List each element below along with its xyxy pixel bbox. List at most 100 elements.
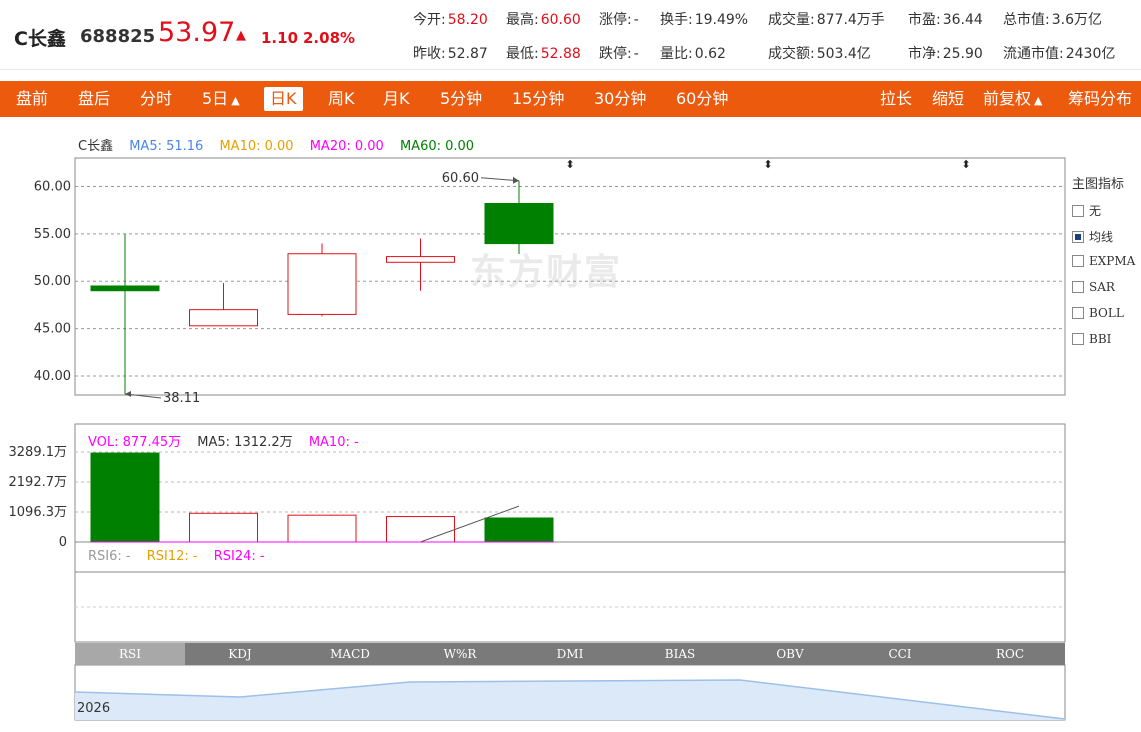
volume-tick-label: 3289.1万 [9, 445, 68, 460]
main-indicator-option[interactable]: SAR [1072, 280, 1115, 294]
tab-period[interactable]: 月K [383, 81, 410, 117]
indicator-tab[interactable]: KDJ [185, 643, 295, 665]
chart-tool-button[interactable]: 缩短 [932, 81, 964, 117]
quote-field-value: 58.20 [447, 12, 488, 28]
tab-period[interactable]: 15分钟 [512, 81, 564, 117]
main-indicator-option[interactable]: EXPMA [1072, 254, 1135, 268]
main-indicator-option[interactable]: 无 [1072, 202, 1101, 219]
main-indicator-title: 主图指标 [1072, 177, 1125, 192]
caret-up-icon: ▲ [231, 94, 240, 107]
checkbox[interactable] [1072, 255, 1084, 267]
tab-period[interactable]: 周K [328, 81, 355, 117]
indicator-tab[interactable]: MACD [295, 643, 405, 665]
stock-name: C长鑫 [14, 28, 66, 50]
option-label: EXPMA [1089, 254, 1136, 268]
price-tick-label: 60.00 [34, 179, 71, 194]
tab-period[interactable]: 盘后 [78, 81, 110, 117]
checkbox[interactable] [1072, 307, 1084, 319]
checkbox[interactable] [1072, 333, 1084, 345]
quote-field: 流通市值: 2430亿 [1003, 43, 1115, 63]
quote-field-value: 877.4万手 [816, 12, 885, 28]
candle-body [287, 253, 357, 315]
tab-period[interactable]: 盘前 [16, 81, 48, 117]
price-change: 1.10 [261, 29, 299, 47]
indicator-tab[interactable]: DMI [515, 643, 625, 665]
checkbox[interactable] [1072, 231, 1084, 243]
quote-field: 成交额: 503.4亿 [768, 43, 871, 63]
indicator-tab[interactable]: BIAS [625, 643, 735, 665]
volume-bar [386, 516, 455, 543]
split-marker-icon: ⬍ [763, 158, 772, 171]
main-indicator-option[interactable]: BOLL [1072, 306, 1124, 320]
quote-field-label: 成交量: [768, 12, 815, 28]
option-label: 均线 [1089, 230, 1114, 244]
volume-tick-label: 0 [59, 535, 67, 550]
candle-body [386, 256, 455, 263]
split-marker-icon: ⬍ [961, 158, 970, 171]
quote-field-label: 流通市值: [1003, 46, 1064, 62]
quote-field-value: 36.44 [942, 12, 983, 28]
tab-period[interactable]: 分时 [140, 81, 172, 117]
main-indicator-option[interactable]: BBI [1072, 332, 1111, 346]
indicator-tab[interactable]: W%R [405, 643, 515, 665]
quote-field: 涨停: - [599, 9, 639, 29]
indicator-tab[interactable]: RSI [75, 643, 185, 665]
price-tick-label: 40.00 [34, 369, 71, 384]
quote-field-label: 市盈: [908, 12, 941, 28]
quote-field: 最低: 52.88 [506, 43, 581, 63]
quote-field: 最高: 60.60 [506, 9, 581, 29]
kline-chart[interactable]: 60.00 55.00 50.00 45.00 40.00 ⬍ ⬍ ⬍ 60.60 38.11 32… [0, 118, 1141, 732]
chart-tool-button[interactable]: 前复权 ▲ [983, 81, 1042, 117]
quote-field: 换手: 19.49% [660, 9, 748, 29]
quote-field-value: 0.62 [694, 46, 726, 62]
main-indicator-option[interactable]: 均线 [1072, 228, 1113, 245]
quote-field-value: 19.49% [694, 12, 749, 28]
quote-field: 跌停: - [599, 43, 639, 63]
indicator-tab[interactable]: ROC [955, 643, 1065, 665]
tab-period[interactable]: 30分钟 [594, 81, 646, 117]
quote-field: 今开: 58.20 [413, 9, 488, 29]
quote-field: 总市值: 3.6万亿 [1003, 9, 1102, 29]
tab-period[interactable]: 日K [264, 87, 303, 111]
volume-bar [90, 452, 160, 543]
price-pane-frame [74, 157, 1066, 396]
annotation-arrow-icon [513, 176, 519, 184]
checkbox[interactable] [1072, 205, 1084, 217]
indicator-tab[interactable]: OBV [735, 643, 845, 665]
chart-tool-button[interactable]: 筹码分布 [1068, 81, 1132, 117]
quote-field-label: 最低: [506, 46, 539, 62]
checkbox[interactable] [1072, 281, 1084, 293]
caret-up-icon: ▲ [1034, 94, 1043, 107]
tab-period[interactable]: 5日 ▲ [202, 81, 240, 117]
quote-field: 昨收: 52.87 [413, 43, 488, 63]
quote-field: 市净: 25.90 [908, 43, 983, 63]
navigator-year-label: 2026 [77, 701, 110, 716]
price-tick-label: 55.00 [34, 227, 71, 242]
stock-price: 53.97 [158, 17, 236, 48]
quote-field-value: 2430亿 [1065, 46, 1116, 62]
annotation-arrow-icon [125, 390, 131, 397]
quote-field: 成交量: 877.4万手 [768, 9, 885, 29]
tab-period[interactable]: 5分钟 [440, 81, 482, 117]
quote-field-value: - [633, 46, 639, 62]
quote-field-label: 成交额: [768, 46, 815, 62]
option-label: BOLL [1089, 306, 1124, 320]
quote-field-label: 换手: [660, 12, 693, 28]
period-tab-bar: 盘前 盘后 分时 5日 ▲ 日K 周K 月K 5分钟 15分钟 30分钟 60分钟 拉长 缩短 前复权 ▲ 筹… [0, 81, 1141, 117]
tab-period[interactable]: 60分钟 [676, 81, 728, 117]
candle-body [484, 203, 554, 245]
low-annotation-label: 38.11 [163, 391, 200, 406]
quote-field-label: 涨停: [599, 12, 632, 28]
split-marker-icon: ⬍ [565, 158, 574, 171]
option-label: BBI [1089, 332, 1112, 346]
quote-field-label: 总市值: [1003, 12, 1050, 28]
candle-body [189, 309, 258, 327]
stock-quote-app: C长鑫 688825 53.97 ▲ 1.10 2.08% 今开: 58.20 最高… [0, 0, 1141, 732]
quote-field-value: 52.88 [540, 46, 581, 62]
indicator-tab[interactable]: CCI [845, 643, 955, 665]
quote-field-value: 52.87 [447, 46, 488, 62]
quote-field: 量比: 0.62 [660, 43, 726, 63]
chart-tool-button[interactable]: 拉长 [880, 81, 912, 117]
quote-field-value: 503.4亿 [816, 46, 871, 62]
quote-field-value: 60.60 [540, 12, 581, 28]
